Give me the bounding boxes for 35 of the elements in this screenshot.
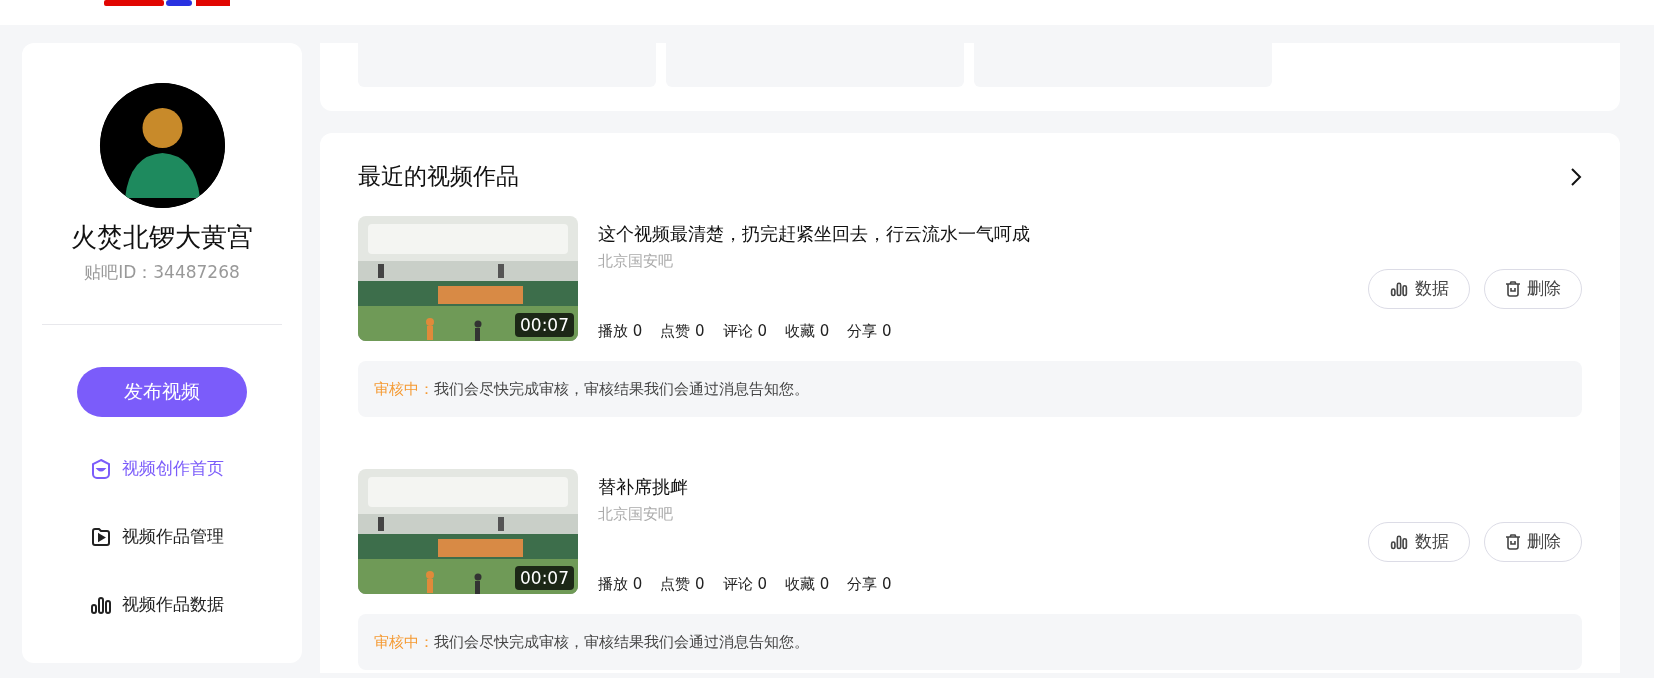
- trash-icon: [1505, 533, 1521, 550]
- chevron-right-icon[interactable]: [1570, 166, 1582, 187]
- trash-icon: [1505, 280, 1521, 297]
- forum-name: 北京国安吧: [598, 505, 674, 524]
- stat-count: 分享 0: [847, 322, 892, 341]
- review-notice: 审核中：我们会尽快完成审核，审核结果我们会通过消息告知您。: [358, 614, 1582, 670]
- section-title: 最近的视频作品: [358, 162, 519, 191]
- forum-name: 北京国安吧: [598, 252, 674, 271]
- stat-count: 播放 0: [598, 575, 643, 594]
- stat-count: 收藏 0: [784, 575, 830, 594]
- delete-button[interactable]: 删除: [1484, 521, 1582, 562]
- video-title[interactable]: 替补席挑衅: [598, 475, 1348, 499]
- video-folder-icon: [89, 525, 112, 548]
- data-button[interactable]: 数据: [1368, 521, 1470, 562]
- stat-count: 收藏 0: [784, 322, 830, 341]
- stat-count: 点赞 0: [660, 322, 705, 341]
- data-button[interactable]: 数据: [1368, 268, 1470, 309]
- logo-icon[interactable]: [104, 0, 232, 7]
- nav-item[interactable]: 视频作品管理: [89, 525, 235, 548]
- stat-count: 播放 0: [598, 322, 643, 341]
- stat-count: 分享 0: [847, 575, 892, 594]
- nav-item[interactable]: 视频作品数据: [89, 593, 235, 616]
- stat-count: 评论 0: [722, 322, 767, 341]
- user-id: 贴吧ID：34487268: [83, 261, 241, 284]
- video-duration: 00:07: [515, 566, 574, 590]
- stat-count: 点赞 0: [660, 575, 705, 594]
- delete-button[interactable]: 删除: [1484, 268, 1582, 309]
- user-name: 火焚北锣大黄宫: [70, 221, 254, 254]
- video-duration: 00:07: [515, 313, 574, 337]
- stat-count: 评论 0: [722, 575, 767, 594]
- review-notice: 审核中：我们会尽快完成审核，审核结果我们会通过消息告知您。: [358, 361, 1582, 417]
- nav-item[interactable]: 视频创作首页: [89, 457, 235, 480]
- home-icon: [89, 457, 112, 480]
- video-title[interactable]: 这个视频最清楚，扔完赶紧坐回去，行云流水一气呵成: [598, 222, 1348, 246]
- publish-video-button[interactable]: 发布视频: [77, 367, 247, 417]
